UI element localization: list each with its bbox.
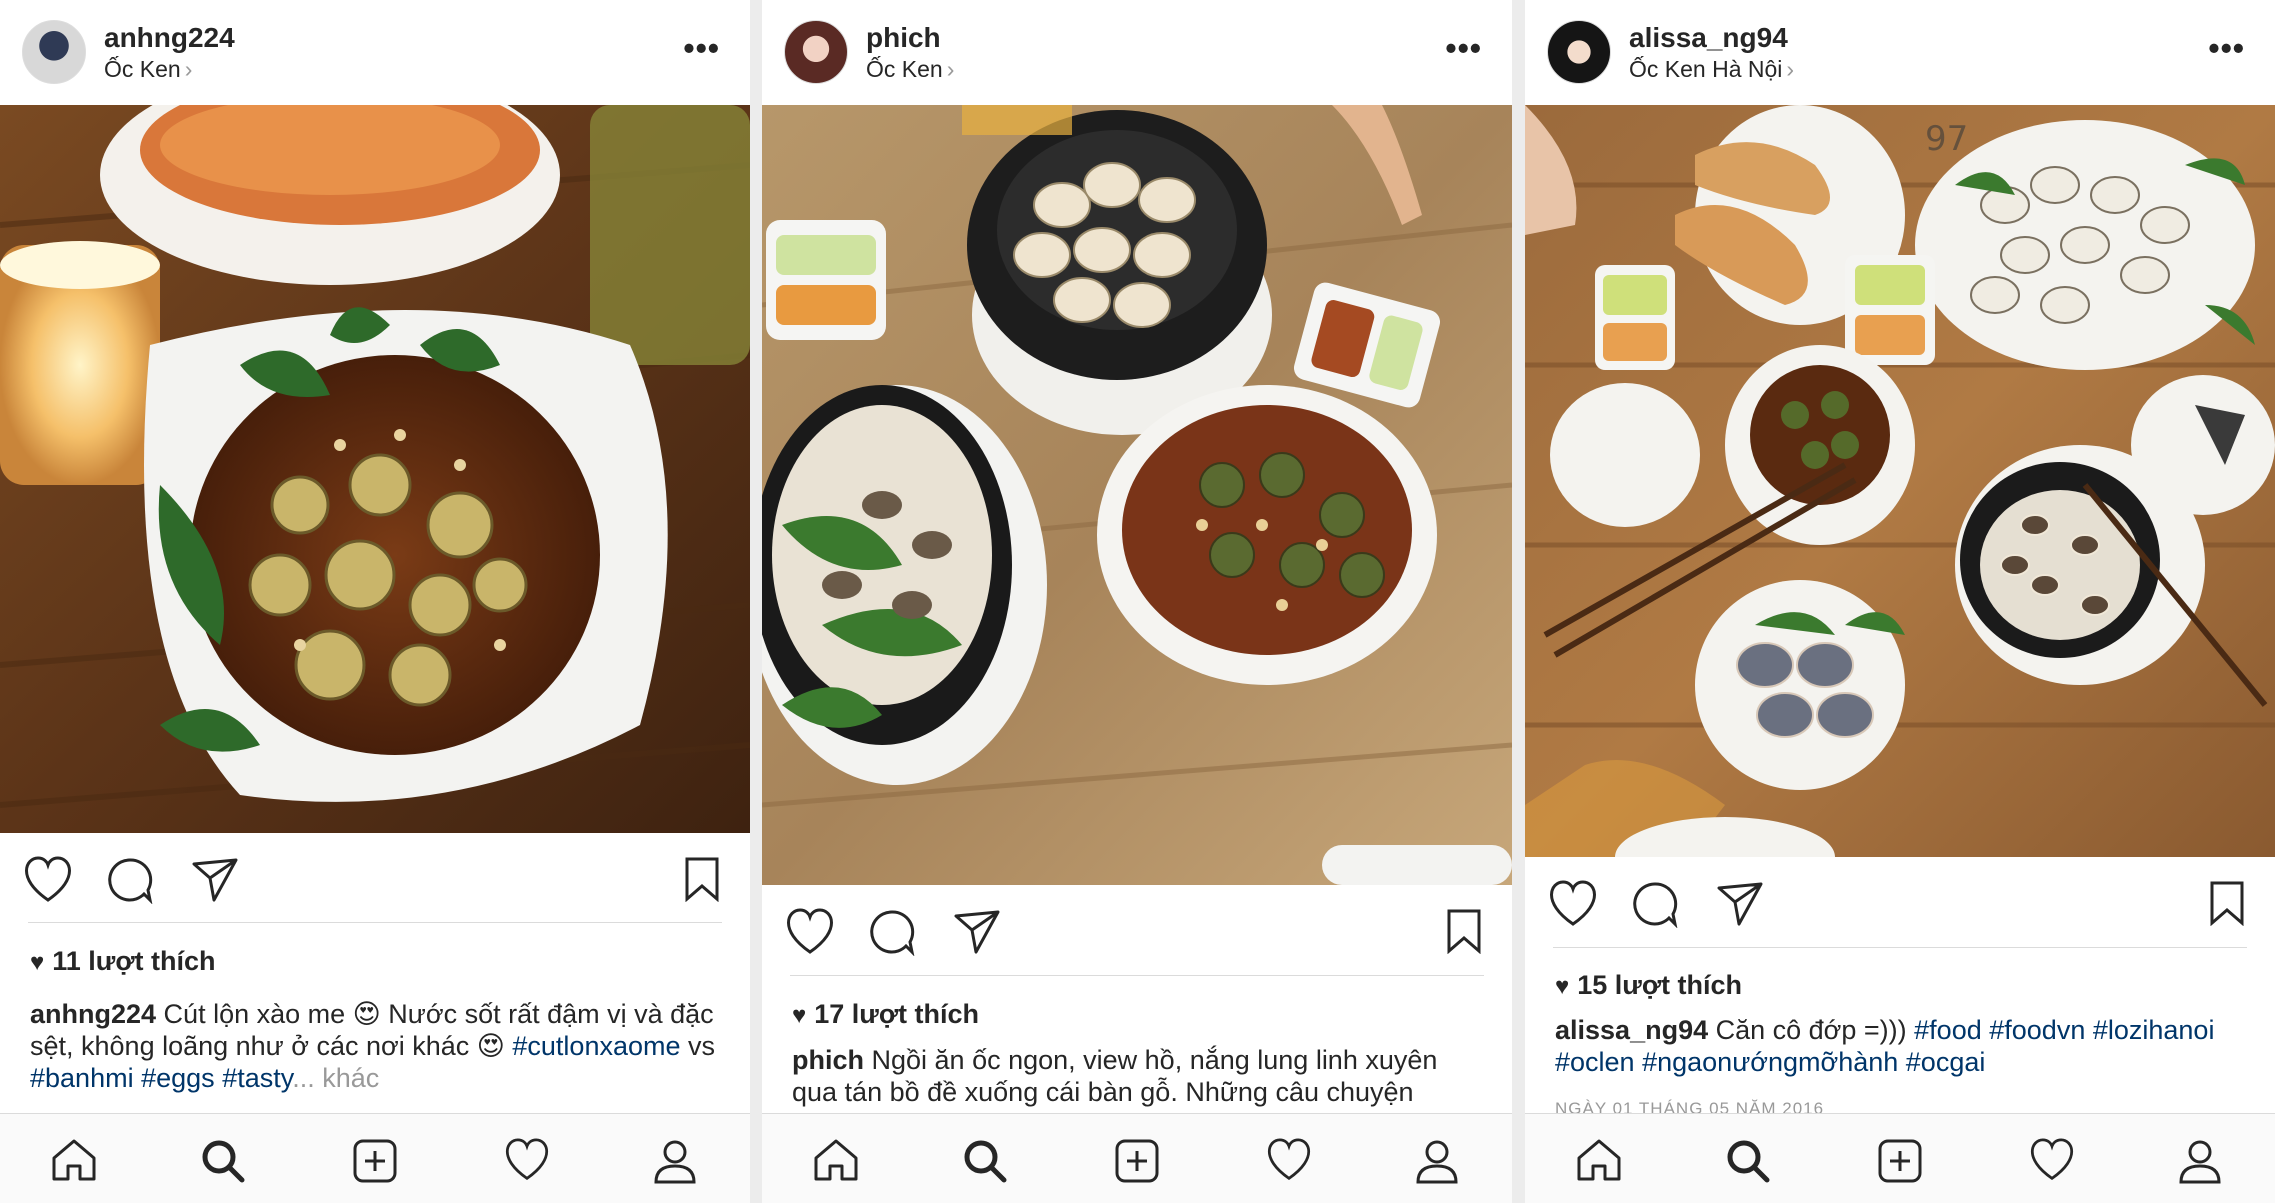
profile-icon[interactable]	[1414, 1138, 1460, 1184]
caption-more-link[interactable]: ... khác	[292, 1063, 379, 1093]
post-caption: phich Ngồi ăn ốc ngon, view hồ, nắng lun…	[792, 1044, 1482, 1108]
hashtag[interactable]: #tasty	[222, 1063, 292, 1093]
post-location[interactable]: Ốc Ken ›	[104, 56, 192, 83]
likes-count[interactable]: ♥ 15 lượt thích	[1555, 970, 1742, 1001]
post-actions	[1525, 864, 2275, 944]
post-caption: alissa_ng94 Căn cô đớp =))) #food #foodv…	[1555, 1014, 2245, 1078]
hashtag[interactable]: #eggs	[141, 1063, 215, 1093]
location-label: Ốc Ken Hà Nội	[1629, 56, 1783, 82]
likes-count[interactable]: ♥ 11 lượt thích	[30, 946, 216, 977]
post-location[interactable]: Ốc Ken Hà Nội ›	[1629, 56, 1794, 83]
bookmark-icon[interactable]	[684, 856, 720, 902]
bookmark-icon[interactable]	[1446, 908, 1482, 954]
food-photo-image: 97	[1525, 105, 2275, 857]
divider	[28, 922, 722, 923]
heart-filled-icon: ♥	[30, 949, 45, 976]
panel-gap	[1512, 0, 1525, 1203]
avatar[interactable]	[1547, 20, 1611, 84]
likes-label: 11 lượt thích	[52, 946, 216, 976]
hashtag[interactable]: #banhmi	[30, 1063, 134, 1093]
hashtag[interactable]: #lozihanoi	[2093, 1015, 2215, 1045]
svg-text:97: 97	[1925, 119, 1968, 159]
post-caption: anhng224 Cút lộn xào me 😍 Nước sốt rất đ…	[30, 998, 720, 1094]
location-label: Ốc Ken	[104, 56, 181, 82]
activity-icon[interactable]	[1264, 1138, 1314, 1182]
caption-username[interactable]: alissa_ng94	[1555, 1015, 1708, 1045]
profile-icon[interactable]	[652, 1138, 698, 1184]
hashtag[interactable]: #ngaonướngmỡhành	[1642, 1047, 1898, 1077]
likes-count[interactable]: ♥ 17 lượt thích	[792, 999, 979, 1030]
post-location[interactable]: Ốc Ken ›	[866, 56, 954, 83]
heart-filled-icon: ♥	[792, 1002, 807, 1029]
add-icon[interactable]	[352, 1138, 398, 1184]
comment-icon[interactable]	[868, 908, 916, 956]
comment-icon[interactable]	[1631, 880, 1679, 928]
post-panel-3: alissa_ng94 Ốc Ken Hà Nội › ••• 97 ♥ 15 …	[1525, 0, 2275, 1203]
chevron-right-icon: ›	[1786, 56, 1795, 82]
food-photo-image	[0, 105, 750, 833]
post-header: alissa_ng94 Ốc Ken Hà Nội › •••	[1525, 0, 2275, 105]
divider	[1553, 947, 2247, 948]
post-panel-2: phich Ốc Ken › ••• ♥ 17 lượt thích phich…	[762, 0, 1512, 1203]
hashtag[interactable]: #foodvn	[1989, 1015, 2085, 1045]
tab-bar	[1525, 1113, 2275, 1203]
avatar[interactable]	[22, 20, 86, 84]
home-icon[interactable]	[1575, 1138, 1623, 1182]
search-icon[interactable]	[200, 1138, 246, 1184]
heart-filled-icon: ♥	[1555, 973, 1570, 1000]
post-photo[interactable]	[762, 105, 1512, 885]
post-header: anhng224 Ốc Ken › •••	[0, 0, 750, 105]
panel-gap	[750, 0, 762, 1203]
more-icon[interactable]: •••	[2208, 30, 2245, 67]
hashtag[interactable]: #food	[1914, 1015, 1982, 1045]
post-username[interactable]: phich	[866, 22, 941, 54]
activity-icon[interactable]	[2027, 1138, 2077, 1182]
add-icon[interactable]	[1114, 1138, 1160, 1184]
share-icon[interactable]	[952, 908, 1002, 956]
hashtag[interactable]: #oclen	[1555, 1047, 1635, 1077]
hashtag[interactable]: #ocgai	[1906, 1047, 1986, 1077]
chevron-right-icon: ›	[184, 56, 193, 82]
post-header: phich Ốc Ken › •••	[762, 0, 1512, 105]
post-username[interactable]: anhng224	[104, 22, 235, 54]
caption-username[interactable]: anhng224	[30, 999, 156, 1029]
avatar[interactable]	[784, 20, 848, 84]
profile-icon[interactable]	[2177, 1138, 2223, 1184]
post-actions	[762, 892, 1512, 972]
post-panel-1: anhng224 Ốc Ken › ••• ♥ 11 lượt thích an…	[0, 0, 750, 1203]
tab-bar	[0, 1113, 750, 1203]
post-photo[interactable]	[0, 105, 750, 833]
home-icon[interactable]	[812, 1138, 860, 1182]
location-label: Ốc Ken	[866, 56, 943, 82]
heart-icon[interactable]	[784, 908, 836, 956]
heart-icon[interactable]	[22, 856, 74, 904]
home-icon[interactable]	[50, 1138, 98, 1182]
heart-icon[interactable]	[1547, 880, 1599, 928]
post-actions	[0, 840, 750, 920]
caption-word: vs	[688, 1031, 716, 1061]
comment-icon[interactable]	[106, 856, 154, 904]
share-icon[interactable]	[1715, 880, 1765, 928]
add-icon[interactable]	[1877, 1138, 1923, 1184]
tab-bar	[762, 1113, 1512, 1203]
share-icon[interactable]	[190, 856, 240, 904]
hashtag[interactable]: #cutlonxaome	[512, 1031, 680, 1061]
divider	[790, 975, 1484, 976]
chevron-right-icon: ›	[946, 56, 955, 82]
bookmark-icon[interactable]	[2209, 880, 2245, 926]
food-photo-image	[762, 105, 1512, 885]
likes-label: 15 lượt thích	[1577, 970, 1743, 1000]
caption-username[interactable]: phich	[792, 1045, 864, 1075]
search-icon[interactable]	[1725, 1138, 1771, 1184]
more-icon[interactable]: •••	[683, 30, 720, 67]
search-icon[interactable]	[962, 1138, 1008, 1184]
post-username[interactable]: alissa_ng94	[1629, 22, 1788, 54]
caption-text: Ngồi ăn ốc ngon, view hồ, nắng lung linh…	[792, 1045, 1438, 1107]
post-photo[interactable]: 97	[1525, 105, 2275, 857]
caption-text: Căn cô đớp =)))	[1708, 1015, 1915, 1045]
likes-label: 17 lượt thích	[814, 999, 980, 1029]
more-icon[interactable]: •••	[1445, 30, 1482, 67]
activity-icon[interactable]	[502, 1138, 552, 1182]
